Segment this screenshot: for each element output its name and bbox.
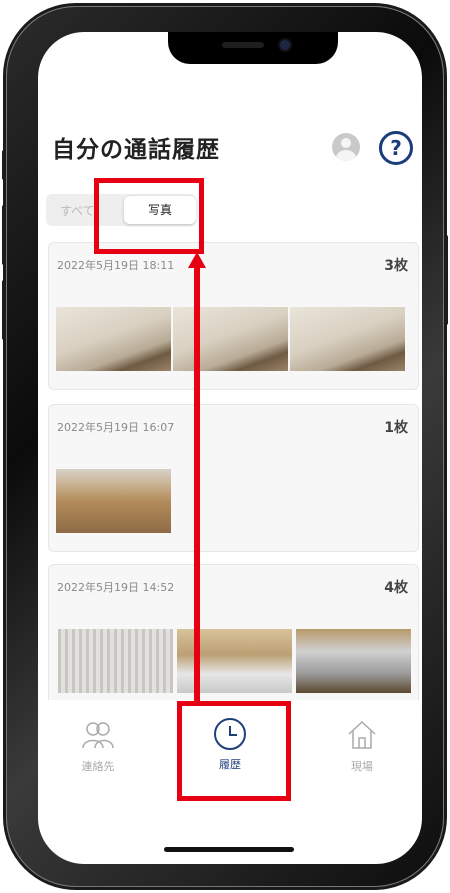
volume-up-button xyxy=(2,205,6,265)
tab-contacts[interactable]: 連絡先 xyxy=(38,718,158,774)
card-date: 2022年5月19日 18:11 xyxy=(57,259,175,272)
power-button xyxy=(444,235,448,325)
avatar[interactable] xyxy=(332,133,360,161)
volume-down-button xyxy=(2,280,6,340)
annotation-box-history-tab xyxy=(177,701,291,801)
photo-count: 3枚 xyxy=(384,258,408,274)
tab-site-label: 現場 xyxy=(351,760,373,773)
photo-thumbnail[interactable] xyxy=(56,469,171,533)
tab-site[interactable]: 現場 xyxy=(302,718,422,774)
front-camera xyxy=(280,40,290,50)
home-indicator xyxy=(164,847,294,852)
page-title: 自分の通話履歴 xyxy=(52,137,220,163)
photo-count: 4枚 xyxy=(384,580,408,596)
help-button[interactable]: ? xyxy=(379,131,413,165)
card-date: 2022年5月19日 14:52 xyxy=(57,581,175,594)
history-card[interactable]: 2022年5月19日 14:52 4枚 xyxy=(48,564,419,706)
speaker xyxy=(222,42,264,48)
photo-thumbnail[interactable] xyxy=(296,629,411,693)
annotation-arrow-line xyxy=(194,266,200,706)
annotation-arrow-head xyxy=(188,252,206,268)
mute-switch xyxy=(2,150,6,180)
card-date: 2022年5月19日 16:07 xyxy=(57,421,175,434)
photo-count: 1枚 xyxy=(384,420,408,436)
house-icon xyxy=(345,718,379,752)
history-list: 2022年5月19日 18:11 3枚 2022年5月19日 16:07 1枚 … xyxy=(38,242,422,706)
notch xyxy=(168,32,338,64)
history-card[interactable]: 2022年5月19日 18:11 3枚 xyxy=(48,242,419,390)
photo-thumbnail[interactable] xyxy=(290,307,405,371)
photo-thumbnail[interactable] xyxy=(58,629,173,693)
photo-thumbnail[interactable] xyxy=(173,307,288,371)
annotation-box-photo-tab xyxy=(94,178,204,254)
contacts-icon xyxy=(81,718,115,752)
history-card[interactable]: 2022年5月19日 16:07 1枚 xyxy=(48,404,419,552)
segment-all[interactable]: すべて xyxy=(60,202,95,219)
tab-contacts-label: 連絡先 xyxy=(81,760,115,773)
photo-thumbnail[interactable] xyxy=(56,307,171,371)
